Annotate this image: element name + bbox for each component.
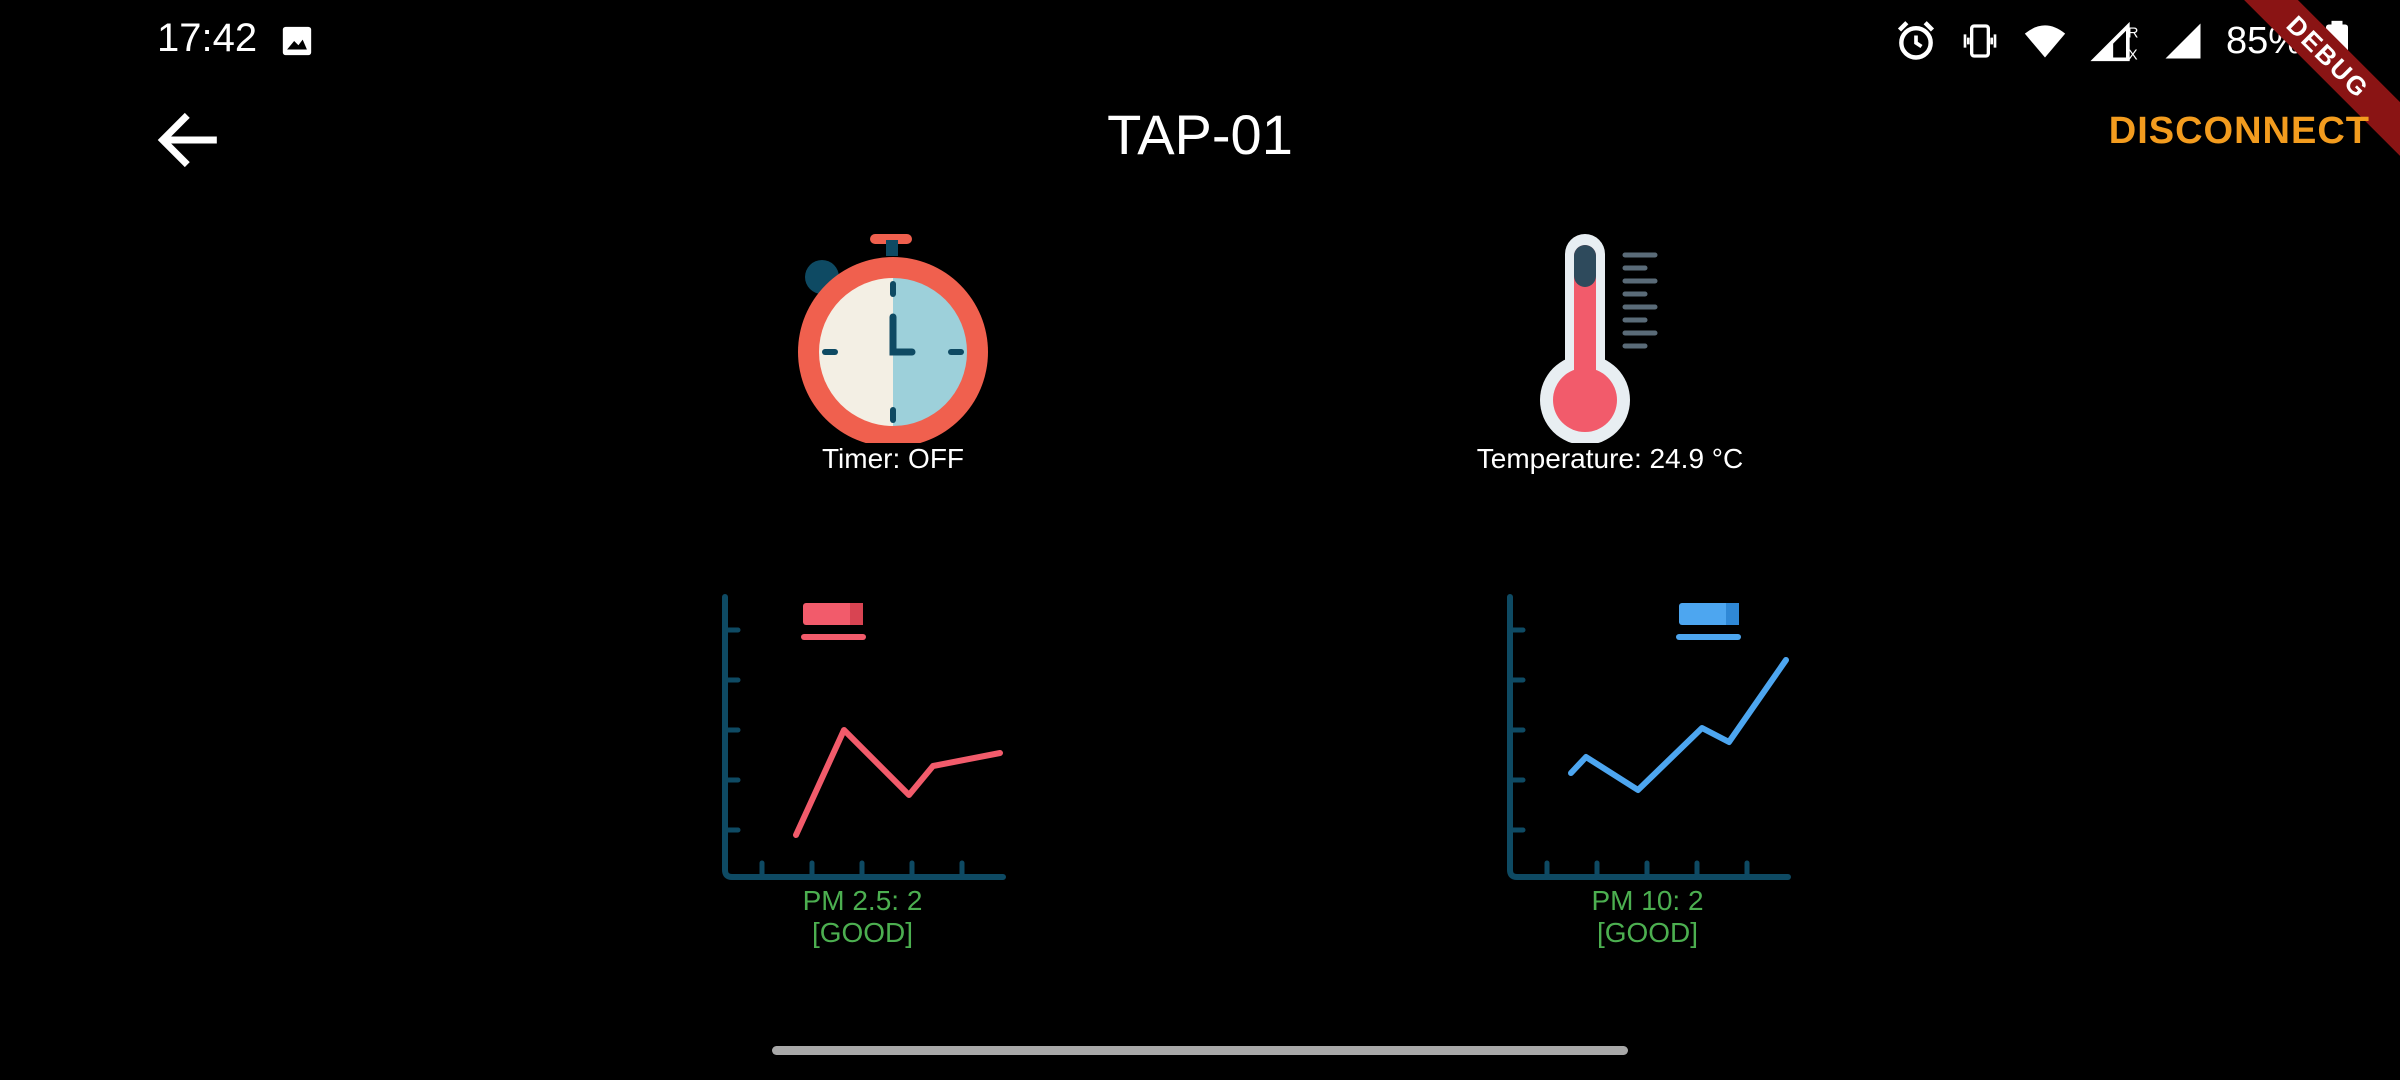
signal-icon: [2165, 23, 2201, 59]
pm10-quality-label: [GOOD]: [1596, 917, 1699, 948]
line-chart-blue-icon: [1507, 594, 1791, 880]
wifi-icon: [2024, 25, 2066, 58]
pm25-value-label: PM 2.5: 2: [802, 885, 923, 916]
temperature-tile[interactable]: Temperature: 24.9 °C: [1395, 225, 1825, 475]
vibrate-icon: [1963, 24, 1997, 58]
timer-label: Timer: OFF: [821, 443, 965, 474]
status-time: 17:42: [157, 16, 258, 60]
image-icon: [282, 26, 312, 56]
pm25-tile[interactable]: PM 2.5: 2 [GOOD]: [700, 590, 1025, 949]
timer-tile[interactable]: Timer: OFF: [733, 225, 1053, 475]
app-bar: TAP-01 DISCONNECT: [0, 80, 2400, 195]
alarm-icon: [1897, 21, 1934, 60]
svg-text:X: X: [2128, 47, 2138, 63]
pm10-tile[interactable]: PM 10: 2 [GOOD]: [1485, 590, 1810, 949]
line-chart-red-icon: [722, 594, 1006, 880]
home-indicator[interactable]: [772, 1046, 1628, 1055]
pm10-value-label: PM 10: 2: [1591, 885, 1704, 916]
page-title: TAP-01: [1107, 103, 1293, 166]
status-bar: 17:42 R X 85%: [0, 0, 2400, 80]
temperature-label: Temperature: 24.9 °C: [1476, 443, 1744, 474]
thermometer-icon: [1540, 234, 1658, 443]
svg-text:R: R: [2128, 25, 2139, 41]
pm25-quality-label: [GOOD]: [811, 917, 914, 948]
stopwatch-icon: [798, 234, 988, 443]
signal-roaming-icon: R X: [2090, 21, 2139, 63]
disconnect-button[interactable]: DISCONNECT: [2109, 110, 2370, 153]
